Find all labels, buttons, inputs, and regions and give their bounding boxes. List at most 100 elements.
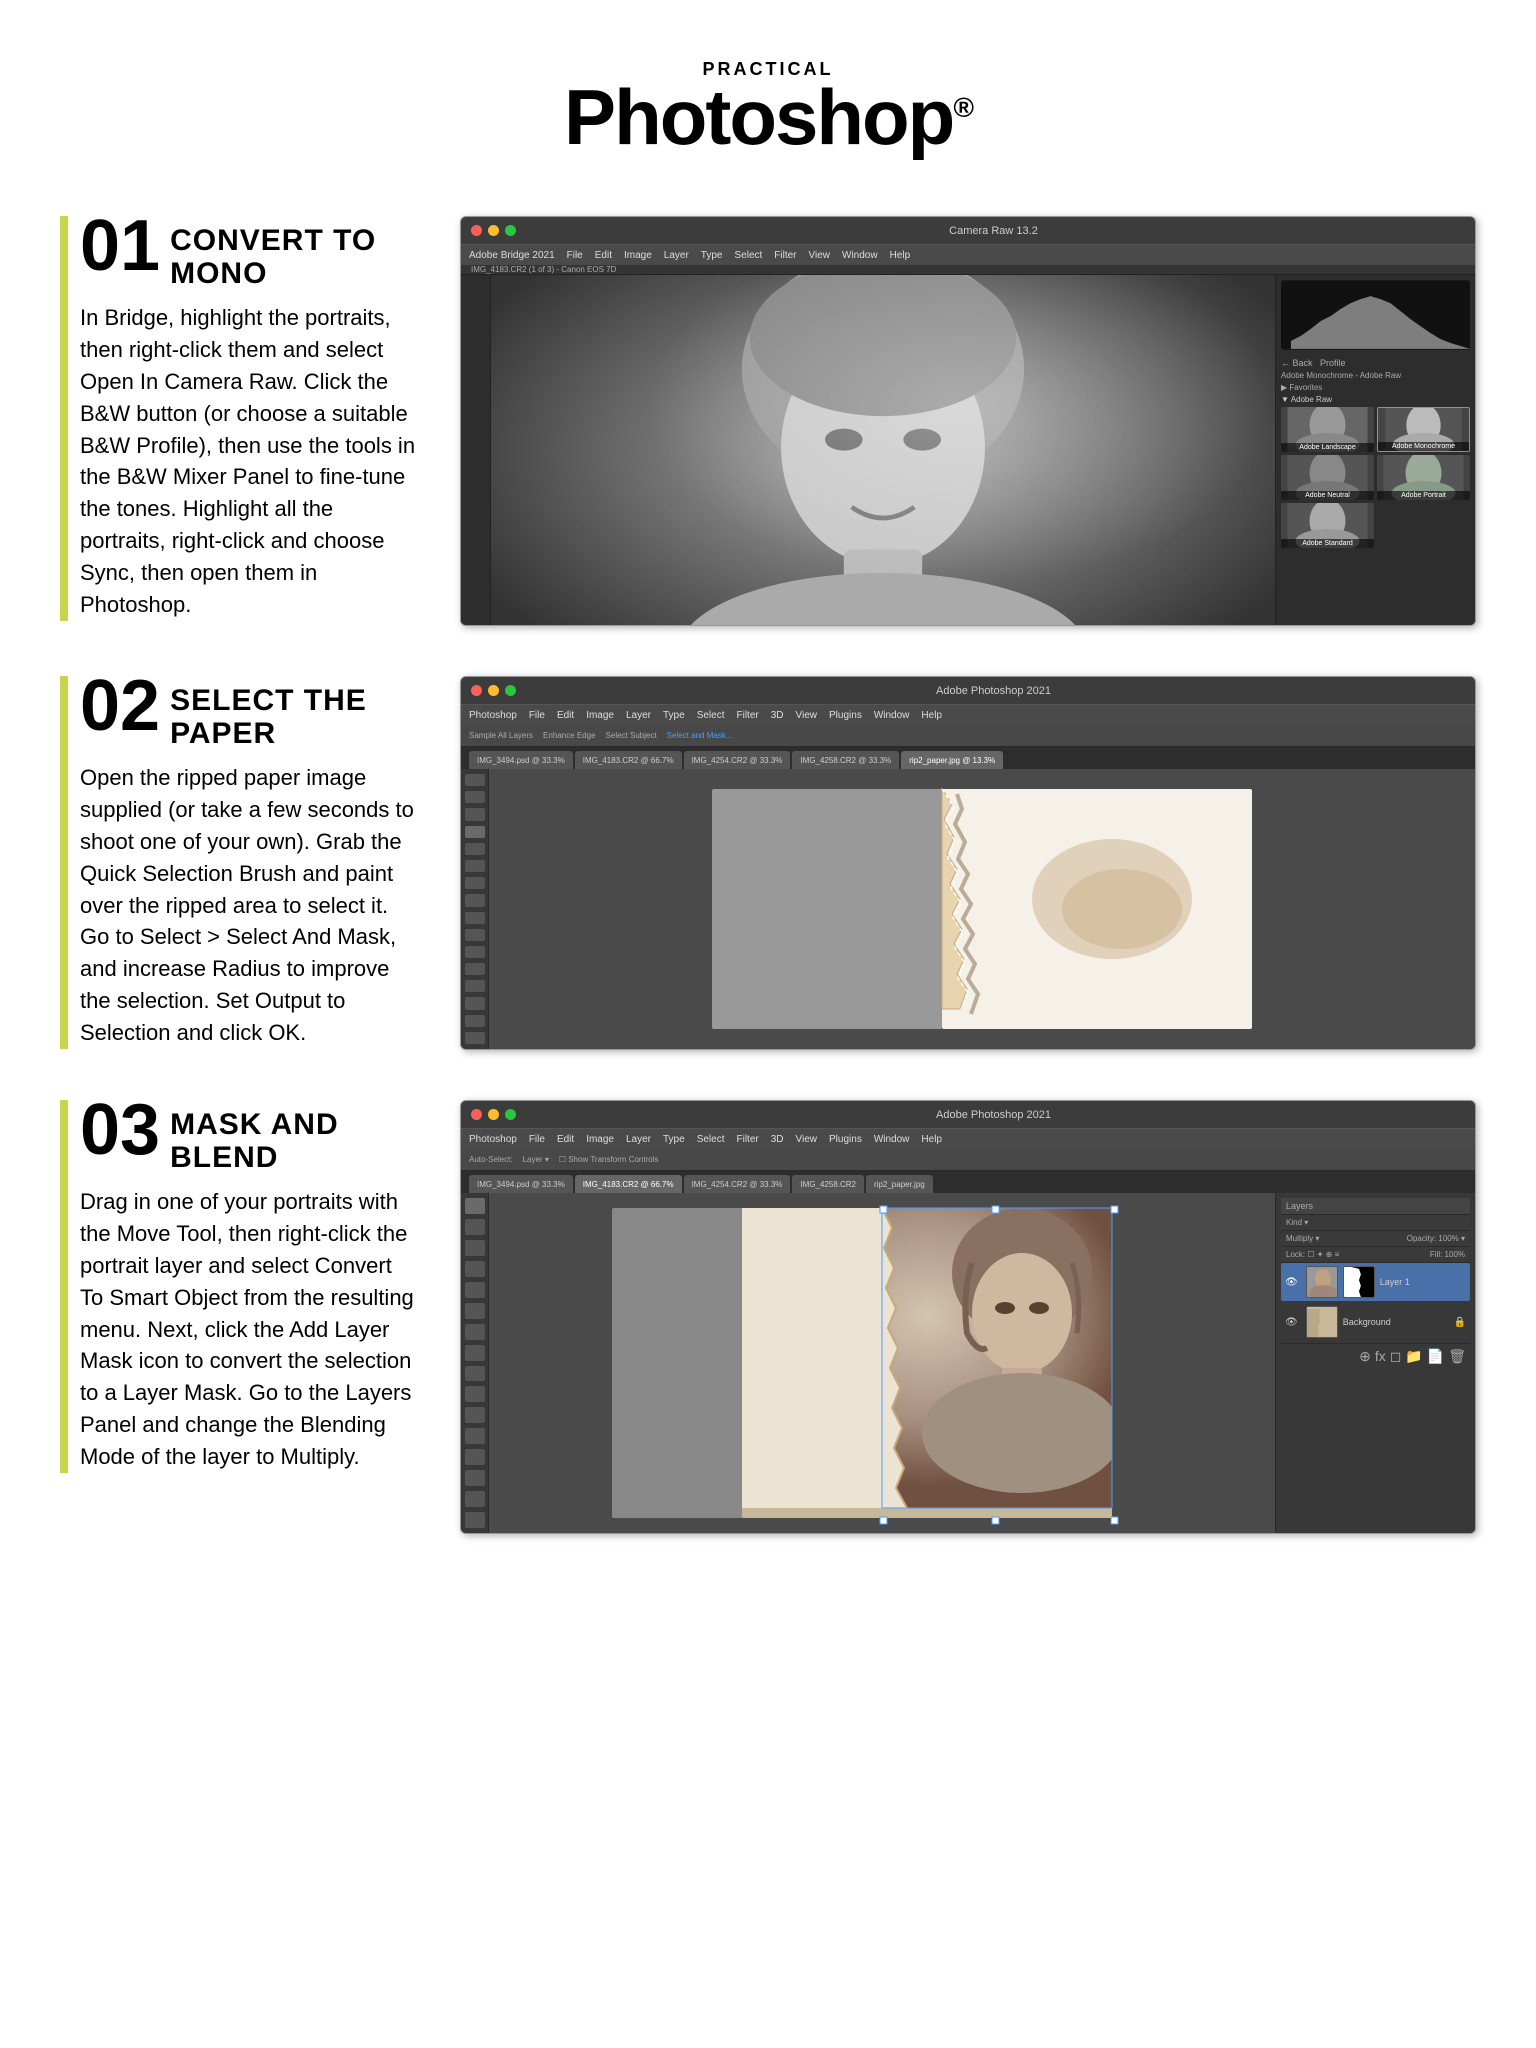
step-1-text: In Bridge, highlight the portraits, then… [80,302,420,621]
step3-tool-move [465,1198,485,1214]
menu-item-select: Select [734,250,762,261]
step3-menu-image: Image [586,1134,614,1145]
step3-tool-hand [465,1512,485,1528]
step3-menu-edit: Edit [557,1134,574,1145]
step-2-number: 02 [80,676,160,737]
menu-item-view: View [809,250,831,261]
step2-options-bar: Sample All Layers Enhance Edge Select Su… [461,725,1475,747]
step-1-mockup: Camera Raw 13.2 Adobe Bridge 2021 File E… [460,216,1476,626]
layers-bottom-bar: ⊕ fx ◻ 📁 📄 🗑 [1281,1343,1470,1369]
cr-profile-section: ← Back Profile Adobe Monochrome - Adobe … [1281,355,1470,551]
cr-adobe-raw-section: ▼ Adobe Raw [1281,395,1470,404]
menu-item-edit: Edit [595,250,612,261]
layer-mask-icon: ◻ [1390,1348,1402,1365]
tool-text [465,997,485,1009]
step3-tool-gradient [465,1407,485,1423]
step-1-content: 01 CONVERT TO MONO In Bridge, highlight … [60,216,420,621]
step3-tool-brush [465,1345,485,1361]
profile-thumb-4: Adobe Portrait [1377,455,1470,500]
tool-quick-sel [465,826,485,838]
step-2-mockup: Adobe Photoshop 2021 Photoshop File Edit… [460,676,1476,1050]
step2-menu-select: Select [697,710,725,721]
cr-left-panel [461,275,491,626]
layer-delete-icon: 🗑 [1448,1348,1466,1365]
step3-tools [461,1193,489,1533]
step-2-screenshot: Adobe Photoshop 2021 Photoshop File Edit… [460,676,1476,1050]
profile-label-5: Adobe Standard [1281,539,1374,548]
layers-mode-row: Multiply ▾ Opacity: 100% ▾ [1281,1231,1470,1247]
step3-tabbar: IMG_3494.psd @ 33.3% IMG_4183.CR2 @ 66.7… [461,1171,1475,1193]
cr-profile-title-back: ← Back Profile [1281,358,1470,368]
tool-crop [465,843,485,855]
step2-menu-help: Help [921,710,942,721]
layer-bg-thumb [1306,1306,1338,1338]
step-1-header: 01 CONVERT TO MONO [80,216,420,290]
step3-tool-eyedrop [465,1303,485,1319]
step2-opt-sampleall: Sample All Layers [469,731,533,740]
step3-tool-pen [465,1449,485,1465]
step2-dot-yellow [488,685,499,696]
cr-center [491,275,1275,626]
layer-fx-icon: fx [1375,1348,1386,1365]
menu-item-type: Type [701,250,723,261]
step2-opt-subject: Select Subject [606,731,657,740]
step-1-screenshot: Camera Raw 13.2 Adobe Bridge 2021 File E… [460,216,1476,626]
step-3-section: 03 MASK AND BLEND Drag in one of your po… [60,1100,1476,1534]
layer-bg-lock: 🔒 [1454,1317,1466,1328]
layer-new-icon: 📄 [1427,1348,1444,1365]
step-2-content: 02 SELECT THE PAPER Open the ripped pape… [60,676,420,1049]
page-container: PRACTICAL Photoshop® 01 CONVERT TO MONO … [0,0,1536,2048]
cr-favorites-label: ▶ Favorites [1281,383,1470,392]
step3-canvas [489,1193,1275,1533]
tool-pen [465,980,485,992]
step-3-text: Drag in one of your portraits with the M… [80,1186,420,1473]
layers-header: Layers [1281,1198,1470,1215]
step-3-header: 03 MASK AND BLEND [80,1100,420,1174]
titlebar-dot-red [471,225,482,236]
step-1-yellow-bar [60,216,68,621]
step3-opt-autosel: Auto-Select: [469,1155,513,1164]
step-3-left: 03 MASK AND BLEND Drag in one of your po… [60,1100,420,1473]
step3-options-bar: Auto-Select: Layer ▾ ☐ Show Transform Co… [461,1149,1475,1171]
step3-menu-file: File [529,1134,545,1145]
menu-item-filter: Filter [774,250,796,261]
step-1-title: CONVERT TO MONO [170,216,420,290]
cr-histogram [1281,280,1470,350]
menu-item-bridge: Adobe Bridge 2021 [469,250,555,261]
step2-menu-plugins: Plugins [829,710,862,721]
step2-menu-3d: 3D [771,710,784,721]
layer-bg-name: Background [1343,1317,1391,1327]
profile-label-1: Adobe Landscape [1281,443,1374,452]
step-3-content: 03 MASK AND BLEND Drag in one of your po… [60,1100,420,1473]
step3-opt-layer: Layer ▾ [523,1155,549,1164]
menu-item-help: Help [890,250,911,261]
step2-svg [489,769,1475,1049]
menu-item-window: Window [842,250,878,261]
tool-lasso [465,808,485,820]
step2-canvas [489,769,1475,1049]
tool-clone [465,912,485,924]
camera-raw-top: IMG_4183.CR2 (1 of 3) - Canon EOS 7D [461,265,1475,275]
layer-1-mask [1343,1266,1375,1298]
step2-menu-filter: Filter [736,710,758,721]
step3-menu-3d: 3D [771,1134,784,1145]
step3-tool-select [465,1219,485,1235]
layer-row-bg: 👁 Background 🔒 [1281,1303,1470,1341]
layer-bg-eye: 👁 [1285,1317,1298,1328]
step3-svg [489,1193,1275,1533]
camera-raw-body: IMG_4183.CR2 (1 of 3) - Canon EOS 7D [461,265,1475,625]
layer-row-1: 👁 [1281,1263,1470,1301]
step3-menu-layer: Layer [626,1134,651,1145]
step3-dot-red [471,1109,482,1120]
step3-tab-5: rip2_paper.jpg [866,1175,933,1193]
step-2-yellow-bar [60,676,68,1049]
titlebar-dot-yellow [488,225,499,236]
step2-menu-view: View [796,710,818,721]
step2-tab-5: rip2_paper.jpg @ 13.3% [901,751,1003,769]
camera-raw-main: ← Back Profile Adobe Monochrome - Adobe … [461,275,1475,626]
step3-tool-quick [465,1261,485,1277]
step3-tool-text [465,1470,485,1486]
profile-thumb-1: Adobe Landscape [1281,407,1374,452]
profile-label-2: Adobe Monochrome [1378,442,1469,451]
layer-1-thumb [1306,1266,1338,1298]
